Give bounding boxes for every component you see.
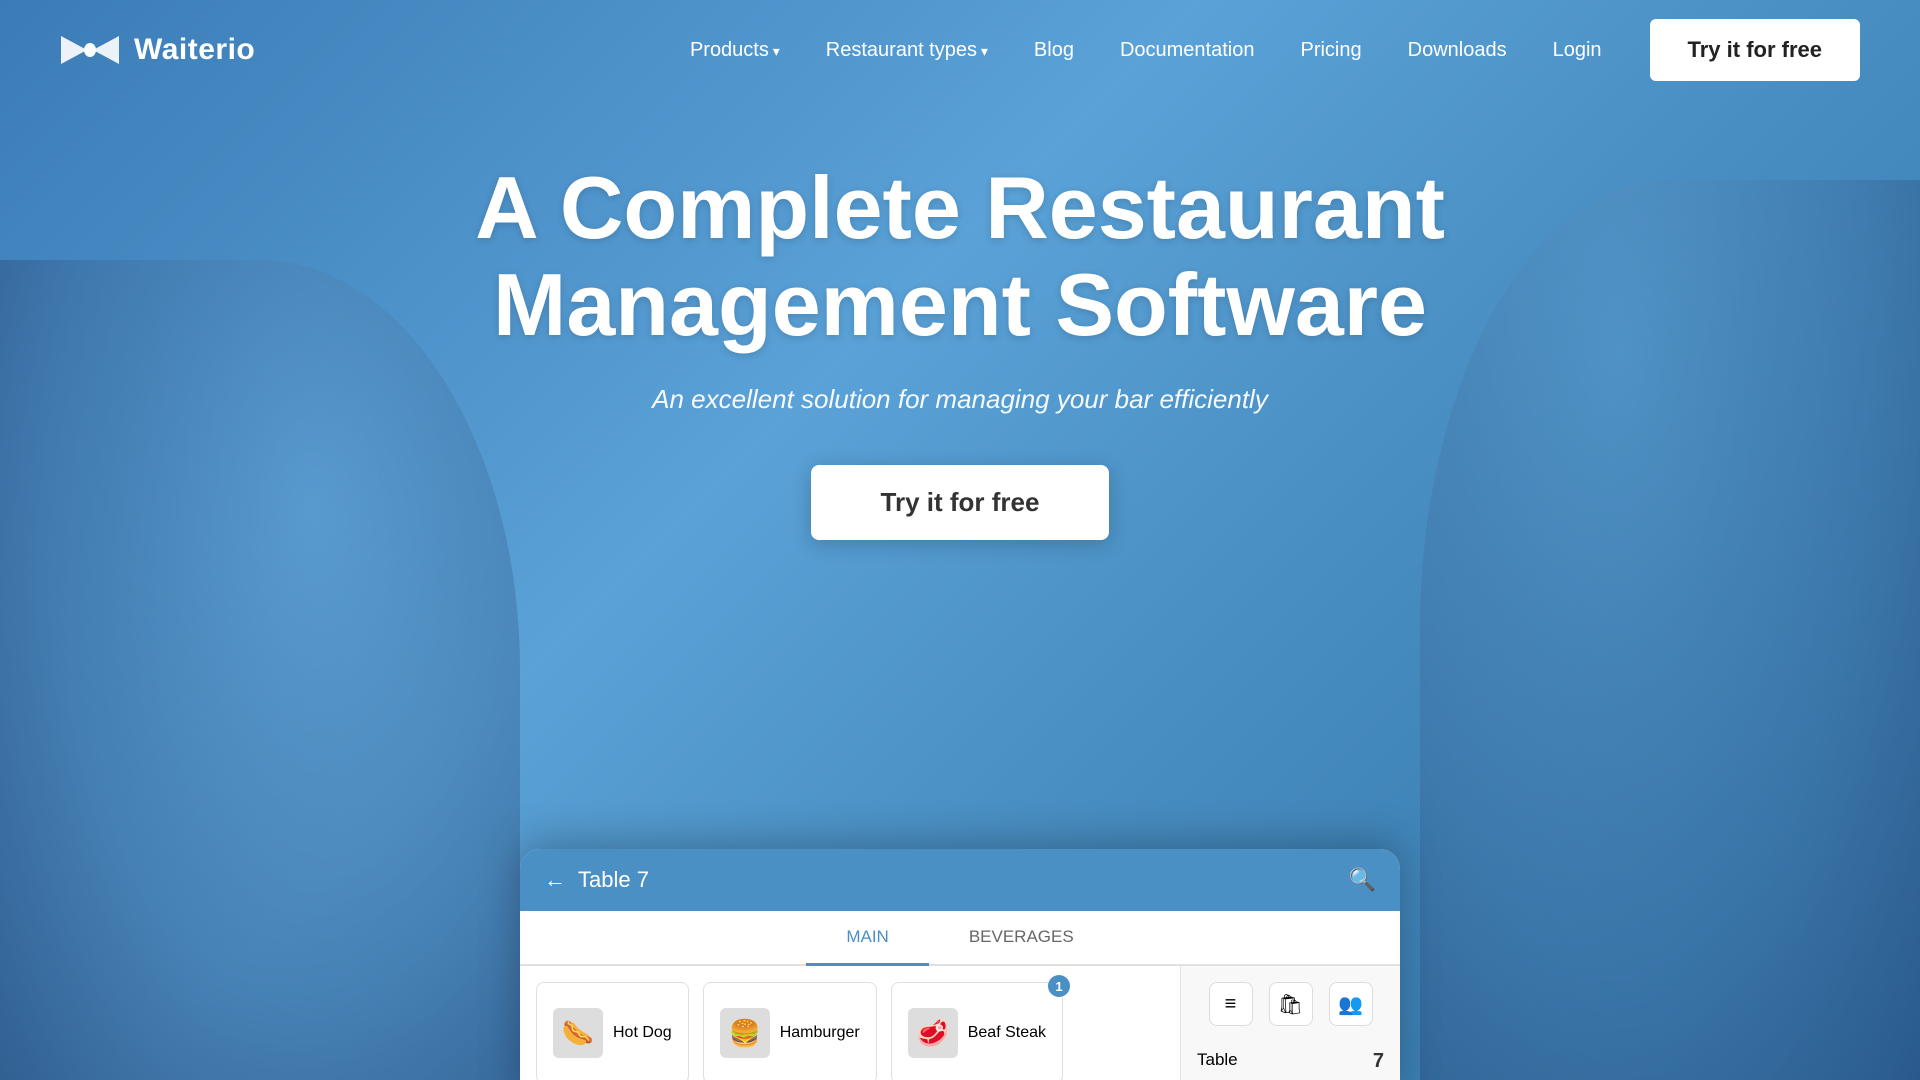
nav-downloads[interactable]: Downloads (1390, 31, 1525, 70)
hamburger-label: Hamburger (780, 1024, 860, 1042)
navbar: Waiterio Products Restaurant types Blog … (0, 0, 1920, 100)
logo-text: Waiterio (134, 33, 255, 67)
hero-title-line1: A Complete Restaurant (475, 158, 1445, 257)
beef-steak-badge: 1 (1048, 975, 1070, 997)
app-table-label: Table 7 (578, 867, 649, 893)
order-table-label: Table (1197, 1050, 1238, 1073)
hero-title-line2: Management Software (493, 255, 1427, 354)
logo-bowtie-icon (60, 32, 120, 68)
menu-item-hot-dog[interactable]: 🌭 Hot Dog (536, 982, 689, 1080)
hero-title: A Complete Restaurant Management Softwar… (360, 160, 1560, 354)
navbar-cta-button[interactable]: Try it for free (1650, 19, 1860, 81)
menu-item-beef-steak[interactable]: 1 🥩 Beaf Steak (891, 982, 1063, 1080)
app-tabs: MAIN BEVERAGES (520, 911, 1400, 966)
nav-documentation[interactable]: Documentation (1102, 31, 1273, 70)
app-search-icon[interactable]: 🔍 (1349, 867, 1376, 893)
nav-products[interactable]: Products (672, 31, 798, 70)
hot-dog-label: Hot Dog (613, 1024, 672, 1042)
beef-steak-label: Beaf Steak (968, 1024, 1046, 1042)
nav-restaurant-types[interactable]: Restaurant types (808, 31, 1006, 70)
menu-items-grid: 🌭 Hot Dog 🍔 Hamburger 1 🥩 Beaf Steak (520, 966, 1180, 1080)
order-icon-menu[interactable]: ≡ (1209, 982, 1253, 1026)
nav-login[interactable]: Login (1535, 31, 1620, 70)
menu-item-hamburger[interactable]: 🍔 Hamburger (703, 982, 877, 1080)
back-arrow-icon[interactable]: ← (544, 867, 566, 893)
nav-links: Products Restaurant types Blog Documenta… (672, 31, 1620, 70)
hero-cta-button[interactable]: Try it for free (811, 465, 1110, 540)
hero-content: A Complete Restaurant Management Softwar… (360, 160, 1560, 540)
app-preview: ← Table 7 🔍 MAIN BEVERAGES 🌭 Hot Dog 🍔 (520, 849, 1400, 1080)
tab-beverages[interactable]: BEVERAGES (929, 911, 1114, 966)
hero-subtitle: An excellent solution for managing your … (360, 384, 1560, 415)
hamburger-image: 🍔 (720, 1008, 770, 1058)
order-table-info: Table 7 (1197, 1040, 1384, 1080)
tab-main[interactable]: MAIN (806, 911, 929, 966)
order-panel: ≡ 🛍 👥 Table 7 (1180, 966, 1400, 1080)
hot-dog-image: 🌭 (553, 1008, 603, 1058)
order-panel-icons: ≡ 🛍 👥 (1197, 982, 1384, 1026)
order-icon-people[interactable]: 👥 (1329, 982, 1373, 1026)
logo-link[interactable]: Waiterio (60, 32, 255, 68)
nav-pricing[interactable]: Pricing (1282, 31, 1379, 70)
order-table-value: 7 (1373, 1050, 1384, 1073)
app-header: ← Table 7 🔍 (520, 849, 1400, 911)
nav-blog[interactable]: Blog (1016, 31, 1092, 70)
beef-steak-image: 🥩 (908, 1008, 958, 1058)
hero-section: Waiterio Products Restaurant types Blog … (0, 0, 1920, 1080)
app-body: 🌭 Hot Dog 🍔 Hamburger 1 🥩 Beaf Steak (520, 966, 1400, 1080)
order-icon-bag[interactable]: 🛍 (1269, 982, 1313, 1026)
app-header-left: ← Table 7 (544, 867, 649, 893)
